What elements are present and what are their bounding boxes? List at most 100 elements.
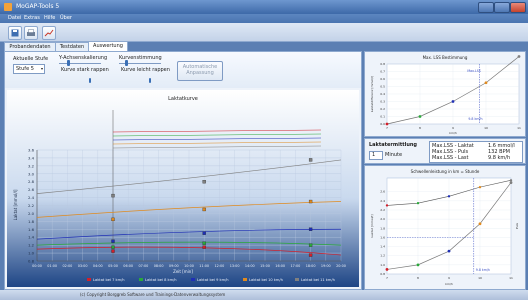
- title-bar: MoGAP-Tools 5: [0, 0, 528, 14]
- minute-spinner[interactable]: 1: [369, 151, 383, 160]
- data-point: [308, 199, 313, 204]
- smoothing-marker: [89, 78, 91, 83]
- data-point: [308, 227, 313, 231]
- legend-swatch: [139, 278, 143, 281]
- upper-curve-1: [112, 133, 322, 137]
- smoothing-slider-track[interactable]: [59, 63, 101, 64]
- chevron-down-icon: ▾: [40, 66, 43, 71]
- thr-x-label: km/h: [445, 282, 453, 286]
- legend-swatch: [243, 278, 247, 281]
- legend-label: Laktat bei 9 km/h: [197, 278, 229, 282]
- data-point: [308, 243, 313, 247]
- menu-bar: Datei Extras Hilfe Über: [0, 14, 528, 23]
- x-tick-label: 10:00: [184, 264, 194, 268]
- maximize-button[interactable]: [494, 2, 510, 13]
- lss-y-tick: 0.0: [380, 122, 385, 126]
- lss-y-label: Laktatdifferenz [mmol/l]: [370, 76, 374, 112]
- legend-label: Laktat bei 7 km/h: [93, 278, 125, 282]
- chart-button[interactable]: [42, 26, 56, 40]
- y-axis-label: Laktat [mmol/l]: [13, 189, 18, 220]
- fit-slider-thumb[interactable]: [125, 60, 128, 66]
- lss-info-panel: Laktatermittlung 1 Minute Max.LSS - Lakt…: [364, 138, 526, 164]
- thr-y-tick: 2.2: [380, 208, 385, 212]
- x-tick-label: 16:00: [275, 264, 285, 268]
- controls-area: Aktuelle Stufe Stufe 5 ▾ Y-Achsenskalier…: [5, 52, 361, 88]
- lss-chart: Max. LSS Bestimmung 0.0 0.1 0.2 0.3 0.4 0.5 0.6…: [365, 52, 525, 136]
- y-tick-label: 3.2: [28, 163, 35, 168]
- data-point: [111, 245, 115, 249]
- lss-y-tick: 0.7: [380, 70, 385, 74]
- data-point: [202, 207, 206, 212]
- menu-hilfe[interactable]: Hilfe: [44, 15, 55, 21]
- thr-y-tick: 1.0: [380, 263, 385, 267]
- x-tick-label: 03:00: [78, 264, 88, 268]
- print-icon: [27, 29, 35, 36]
- x-tick-label: 17:00: [291, 264, 301, 268]
- threshold-chart: Schwellenleistung in km = Stunde 0.8 1.0 1.…: [365, 166, 525, 289]
- stage-select[interactable]: Stufe 5 ▾: [13, 64, 45, 74]
- lss-point: [517, 55, 521, 58]
- data-point: [202, 180, 206, 184]
- data-point: [111, 249, 115, 253]
- chart-icon: [44, 29, 54, 37]
- x-tick-label: 09:00: [169, 264, 179, 268]
- lss-y-tick: 0.3: [380, 100, 385, 104]
- thr-y-label: Laktat [mmol/l]: [370, 214, 374, 237]
- thr-y-tick: 1.4: [380, 245, 385, 249]
- menu-extras[interactable]: Extras: [24, 15, 40, 21]
- app-icon: [4, 3, 12, 11]
- lss-values-box: Max.LSS - Laktat 1.6 mmol/l Max.LSS - Pu…: [429, 141, 523, 163]
- x-tick-label: 07:00: [139, 264, 149, 268]
- legend-label: Laktat bei 11 km/h: [301, 278, 335, 282]
- thr-x-tick: 11: [509, 276, 513, 280]
- y-tick-label: 1.0: [28, 251, 35, 256]
- close-button[interactable]: [510, 2, 526, 13]
- lss-point: [418, 115, 422, 118]
- stage-select-value: Stufe 5: [16, 66, 34, 72]
- smoothing-sublabel: Kurve stark rappen: [61, 67, 109, 73]
- thr-pulse-point: [385, 204, 389, 207]
- minimize-button[interactable]: [478, 2, 494, 13]
- x-tick-label: 19:00: [321, 264, 331, 268]
- legend-label: Laktat bei 10 km/h: [249, 278, 283, 282]
- upper-curve-3: [112, 141, 322, 145]
- thr-y-tick: 1.2: [380, 254, 385, 258]
- thr-lactate-point: [478, 222, 482, 226]
- menu-ueber[interactable]: Über: [60, 15, 72, 21]
- auto-adjust-button[interactable]: Automatische Anpassung: [177, 61, 223, 81]
- menu-datei[interactable]: Datei: [8, 15, 21, 21]
- y-tick-label: 2.8: [28, 179, 35, 184]
- lss-x-tick: 8: [419, 126, 421, 130]
- legend-swatch: [295, 278, 299, 281]
- y-tick-label: 2.4: [28, 195, 35, 200]
- thr-y-tick: 2.4: [380, 199, 385, 203]
- thr-annotation: 9.8 km/h: [476, 268, 490, 272]
- x-axis-label: Zeit [min]: [173, 269, 193, 274]
- thr-y-tick: 0.8: [380, 272, 385, 276]
- thr-x-tick: 8: [417, 276, 419, 280]
- x-tick-label: 14:00: [245, 264, 255, 268]
- lss-y-tick: 0.5: [380, 85, 385, 89]
- lactate-chart-panel: Laktatkurve 0.8 1.0 1.2 1.4 1.6 1.8 2.0 2.2 2.4 2.…: [7, 90, 359, 287]
- lactate-determination-label: Laktatermittlung: [369, 142, 418, 148]
- legend-swatch: [87, 278, 91, 281]
- x-tick-label: 05:00: [108, 264, 118, 268]
- thr-x-tick: 7: [386, 276, 388, 280]
- smoothing-slider-thumb[interactable]: [67, 60, 70, 66]
- data-point: [308, 253, 313, 257]
- thr-y-tick: 1.8: [380, 226, 385, 230]
- x-tick-label: 02:00: [63, 264, 73, 268]
- thr-pulse-point: [478, 185, 482, 189]
- x-tick-label: 00:00: [32, 264, 42, 268]
- y-tick-label: 1.4: [28, 235, 35, 240]
- thr-y-tick: 2.6: [380, 190, 385, 194]
- thr-x-tick: 10: [478, 276, 482, 280]
- data-point: [308, 158, 313, 162]
- print-button[interactable]: [24, 26, 38, 40]
- x-tick-label: 01:00: [47, 264, 57, 268]
- save-button[interactable]: [8, 26, 22, 40]
- lss-x-tick: 10: [484, 126, 488, 130]
- lss-y-tick: 0.4: [380, 92, 385, 96]
- lss-y-tick: 0.1: [380, 115, 385, 119]
- x-tick-label: 13:00: [230, 264, 240, 268]
